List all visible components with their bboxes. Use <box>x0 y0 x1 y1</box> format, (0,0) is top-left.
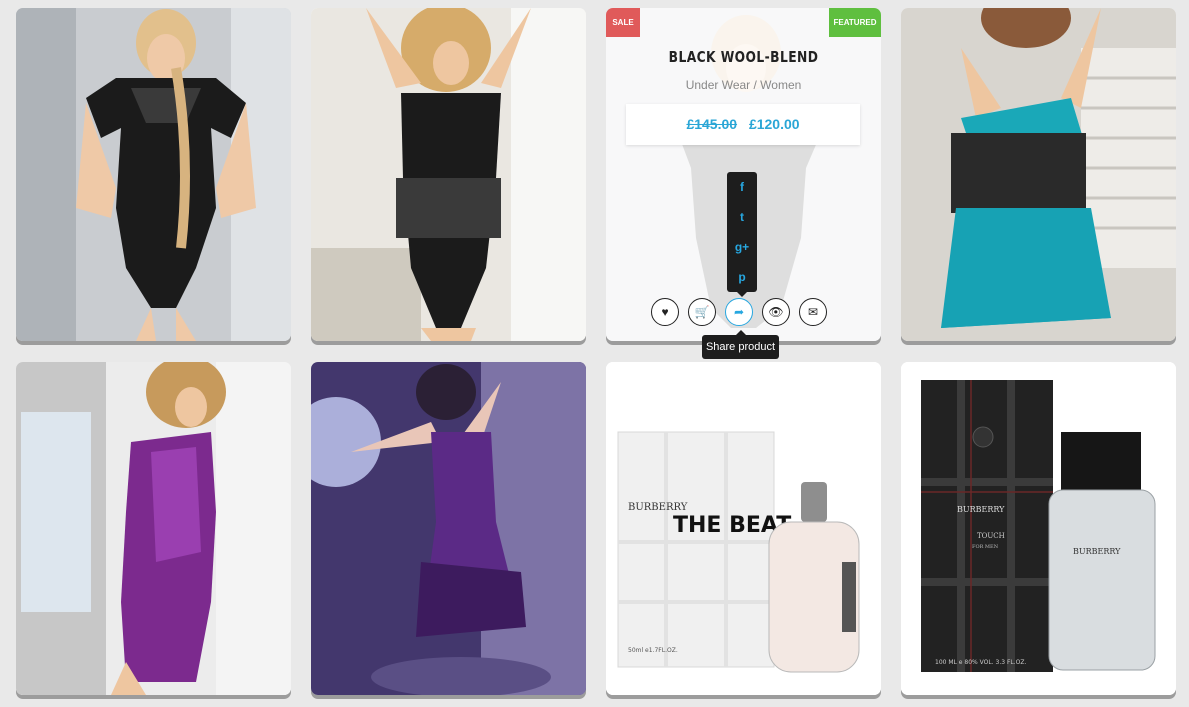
sale-price: £120.00 <box>748 116 800 132</box>
quick-view-eye-icon[interactable]: 👁 <box>762 298 790 326</box>
product-title[interactable]: BLACK WOOL-BLEND <box>631 48 857 66</box>
box-size: 100 ML e 80% VOL. 3.3 FL.OZ. <box>935 659 1026 666</box>
share-popup: f t g+ p <box>727 172 757 297</box>
box-name: TOUCH <box>977 532 1005 540</box>
product-card[interactable]: BURBERRY TOUCH FOR MEN 100 ML e 80% VOL.… <box>901 362 1176 695</box>
product-image[interactable] <box>16 8 291 341</box>
share-icon[interactable]: ➦ <box>725 298 753 326</box>
product-image[interactable]: BURBERRY THE BEAT 50ml e1.7FL.OZ. <box>606 362 881 695</box>
facebook-icon[interactable]: f <box>727 172 757 202</box>
old-price: £145.00 <box>686 116 738 132</box>
email-envelope-icon[interactable]: ✉ <box>799 298 827 326</box>
product-card[interactable]: BURBERRY THE BEAT 50ml e1.7FL.OZ. <box>606 362 881 695</box>
product-image[interactable] <box>311 362 586 695</box>
product-image[interactable] <box>901 8 1176 341</box>
product-card[interactable] <box>311 8 586 341</box>
box-sub: FOR MEN <box>972 544 999 550</box>
product-card[interactable] <box>901 8 1176 341</box>
add-to-cart-icon[interactable]: 🛒 <box>688 298 716 326</box>
share-tooltip: Share product <box>702 330 779 359</box>
price-box: £145.00 £120.00 <box>626 104 860 145</box>
box-size: 50ml e1.7FL.OZ. <box>628 647 678 654</box>
bottle-brand: BURBERRY <box>1073 547 1121 556</box>
featured-badge: FEATURED <box>829 8 881 37</box>
product-image[interactable] <box>311 8 586 341</box>
product-card[interactable] <box>16 362 291 695</box>
pinterest-icon[interactable]: p <box>727 262 757 292</box>
product-image[interactable] <box>16 362 291 695</box>
product-card[interactable]: SALE FEATURED BLACK WOOL-BLEND Under Wea… <box>606 8 881 341</box>
box-brand: BURBERRY <box>628 502 688 513</box>
product-actions: ♥ 🛒 ➦ 👁 ✉ <box>651 298 836 328</box>
product-card[interactable] <box>311 362 586 695</box>
google-plus-icon[interactable]: g+ <box>727 232 757 262</box>
wishlist-heart-icon[interactable]: ♥ <box>651 298 679 326</box>
twitter-icon[interactable]: t <box>727 202 757 232</box>
box-brand: BURBERRY <box>957 505 1005 514</box>
product-image[interactable]: BURBERRY TOUCH FOR MEN 100 ML e 80% VOL.… <box>901 362 1176 695</box>
product-category[interactable]: Under Wear / Women <box>606 78 881 92</box>
product-card[interactable] <box>16 8 291 341</box>
sale-badge: SALE <box>606 8 640 37</box>
